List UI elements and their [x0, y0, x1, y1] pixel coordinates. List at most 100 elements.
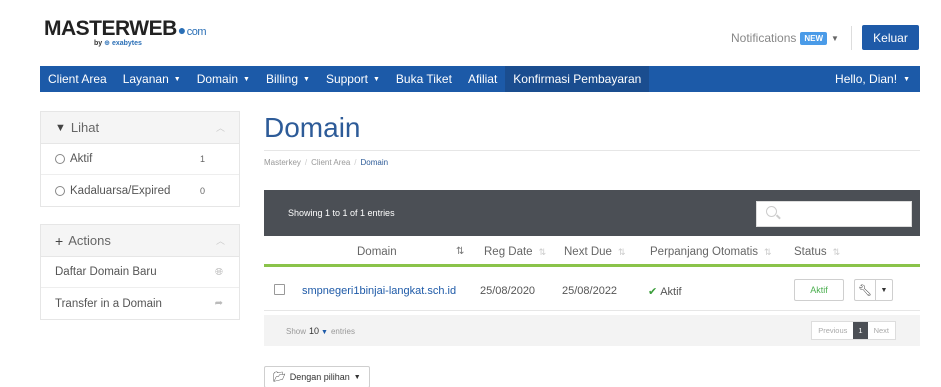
plus-icon: + — [55, 232, 64, 249]
column-label: Domain — [357, 246, 397, 258]
chevron-down-icon: ▼ — [353, 373, 361, 381]
nav-layanan[interactable]: Layanan ▼ — [115, 66, 189, 92]
logo-by-text: by — [94, 40, 103, 47]
column-domain[interactable]: Domain — [357, 246, 397, 258]
breadcrumb-separator: / — [304, 158, 308, 167]
notifications-dropdown[interactable]: Notifications NEW ▼ — [731, 31, 839, 45]
nav-client-area[interactable]: Client Area — [40, 66, 115, 92]
logout-button[interactable]: Keluar — [862, 25, 919, 50]
actions-panel-header[interactable]: + Actions ︿ — [41, 225, 239, 257]
breadcrumb-client-area[interactable]: Client Area — [311, 158, 350, 167]
sort-alpha-icon[interactable]: ⇅ — [456, 246, 464, 257]
chevron-up-icon: ︿ — [215, 123, 225, 133]
logo-text: MASTERWEB — [44, 17, 177, 40]
nav-label: Client Area — [48, 72, 107, 86]
nav-support[interactable]: Support ▼ — [318, 66, 388, 92]
folder-open-icon: 📂︎ — [273, 371, 286, 383]
filter-option-count: 1 — [199, 154, 205, 164]
breadcrumb-domain: Domain — [360, 158, 389, 167]
breadcrumb: Masterkey / Client Area / Domain — [264, 158, 388, 167]
action-register-domain[interactable]: Daftar Domain Baru 🌐︎ — [41, 257, 239, 288]
nav-konfirmasi-pembayaran[interactable]: Konfirmasi Pembayaran — [505, 66, 650, 92]
wrench-icon[interactable]: 🔧︎ — [855, 284, 875, 297]
status-button[interactable]: Aktif — [794, 279, 844, 301]
pagination: Previous 1 Next — [811, 321, 896, 340]
user-menu[interactable]: Hello, Dian! ▼ — [835, 66, 910, 92]
bulk-action-button[interactable]: 📂︎ Dengan pilihan ▼ — [264, 366, 370, 387]
page-title: Domain — [264, 112, 361, 143]
nav-domain[interactable]: Domain ▼ — [189, 66, 258, 92]
chevron-down-icon[interactable]: ▼ — [876, 287, 892, 294]
table-header-row: Domain ⇅ Reg Date ⇅ Next Due ⇅ Perpanjang … — [264, 237, 920, 267]
sort-icon: ⇅ — [538, 247, 547, 257]
breadcrumb-masterkey[interactable]: Masterkey — [264, 158, 301, 167]
user-greeting: Hello, Dian! — [835, 72, 898, 86]
globe-icon: 🌐︎ — [215, 266, 223, 278]
action-transfer-domain[interactable]: Transfer in a Domain ➦ — [41, 288, 239, 319]
entries-label: entries — [330, 326, 355, 336]
column-label: Next Due — [564, 246, 612, 258]
nav-afiliat[interactable]: Afiliat — [460, 66, 505, 92]
nav-label: Support — [325, 72, 368, 86]
radio-icon — [55, 185, 65, 196]
action-label: Transfer in a Domain — [55, 297, 162, 310]
action-label: Daftar Domain Baru — [55, 266, 157, 278]
filter-option-label: Aktif — [70, 153, 93, 165]
filter-option-count: 0 — [199, 185, 205, 196]
table-row[interactable]: smpnegeri1binjai-langkat.sch.id 25/08/20… — [264, 270, 920, 311]
header-divider — [851, 26, 852, 50]
filter-option-expired[interactable]: Kadaluarsa/Expired 0 — [41, 175, 239, 206]
table-search-input[interactable] — [756, 201, 912, 227]
nav-label: Buka Tiket — [395, 72, 452, 86]
entries-length-control: Show 10 ▼ entries — [286, 326, 355, 336]
chevron-down-icon: ▼ — [372, 75, 380, 83]
domain-link[interactable]: smpnegeri1binjai-langkat.sch.id — [302, 285, 456, 297]
search-icon — [766, 206, 777, 217]
nav-label: Billing — [265, 72, 298, 86]
chevron-down-icon: ▼ — [903, 75, 910, 83]
sort-icon: ⇅ — [832, 247, 841, 257]
column-label: Perpanjang Otomatis — [650, 246, 759, 258]
chevron-up-icon: ︿ — [215, 236, 225, 246]
bulk-action-label: Dengan pilihan — [289, 372, 350, 382]
masterweb-logo[interactable]: MASTERWEB ● com by ⊕ exabytes — [44, 17, 207, 47]
table-footer: Show 10 ▼ entries Previous 1 Next — [264, 315, 920, 346]
column-next-due[interactable]: Next Due ⇅ — [564, 246, 625, 258]
nav-buka-tiket[interactable]: Buka Tiket — [388, 66, 460, 92]
filter-option-aktif[interactable]: Aktif 1 — [41, 144, 239, 175]
filter-panel-header[interactable]: ▼ Lihat ︿ — [41, 112, 239, 144]
logo-com-text: com — [186, 26, 207, 38]
table-toolbar: Showing 1 to 1 of 1 entries — [264, 190, 920, 236]
entries-select[interactable]: 10 ▼ — [309, 326, 328, 336]
column-reg-date[interactable]: Reg Date ⇅ — [484, 246, 546, 258]
pagination-next[interactable]: Next — [868, 322, 895, 339]
column-status[interactable]: Status ⇅ — [794, 246, 840, 258]
row-checkbox[interactable] — [274, 284, 285, 295]
column-auto-renew[interactable]: Perpanjang Otomatis ⇅ — [650, 246, 772, 258]
main-navbar: Client Area Layanan ▼ Domain ▼ Billing ▼ Su… — [40, 66, 920, 92]
nav-billing[interactable]: Billing ▼ — [258, 66, 318, 92]
manage-domain-dropdown[interactable]: 🔧︎ ▼ — [854, 279, 893, 301]
nav-label: Layanan — [122, 72, 169, 86]
title-divider — [264, 150, 920, 151]
actions-panel: + Actions ︿ Daftar Domain Baru 🌐︎ Transf… — [40, 224, 240, 320]
filter-panel: ▼ Lihat ︿ Aktif 1 Kadaluarsa/Expired 0 — [40, 111, 240, 207]
actions-panel-title: Actions — [68, 233, 111, 248]
chevron-down-icon: ▼ — [243, 75, 250, 83]
pagination-previous[interactable]: Previous — [812, 322, 853, 339]
nav-label: Afiliat — [467, 72, 498, 86]
auto-renew-value: Aktif — [660, 286, 682, 298]
breadcrumb-separator: / — [354, 158, 357, 167]
column-label: Status — [794, 246, 827, 258]
radio-icon — [55, 154, 65, 164]
filter-panel-title: Lihat — [70, 120, 100, 135]
site-header: MASTERWEB ● com by ⊕ exabytes Notificati… — [0, 0, 941, 62]
chevron-down-icon: ▼ — [831, 33, 839, 43]
chevron-down-icon: ▼ — [303, 75, 310, 83]
cell-reg-date: 25/08/2020 — [480, 285, 536, 297]
new-badge: NEW — [800, 31, 828, 45]
pagination-page-1[interactable]: 1 — [853, 322, 868, 339]
sort-icon: ⇅ — [764, 247, 772, 257]
entries-value: 10 — [309, 326, 320, 336]
cell-domain[interactable]: smpnegeri1binjai-langkat.sch.id — [302, 285, 456, 297]
